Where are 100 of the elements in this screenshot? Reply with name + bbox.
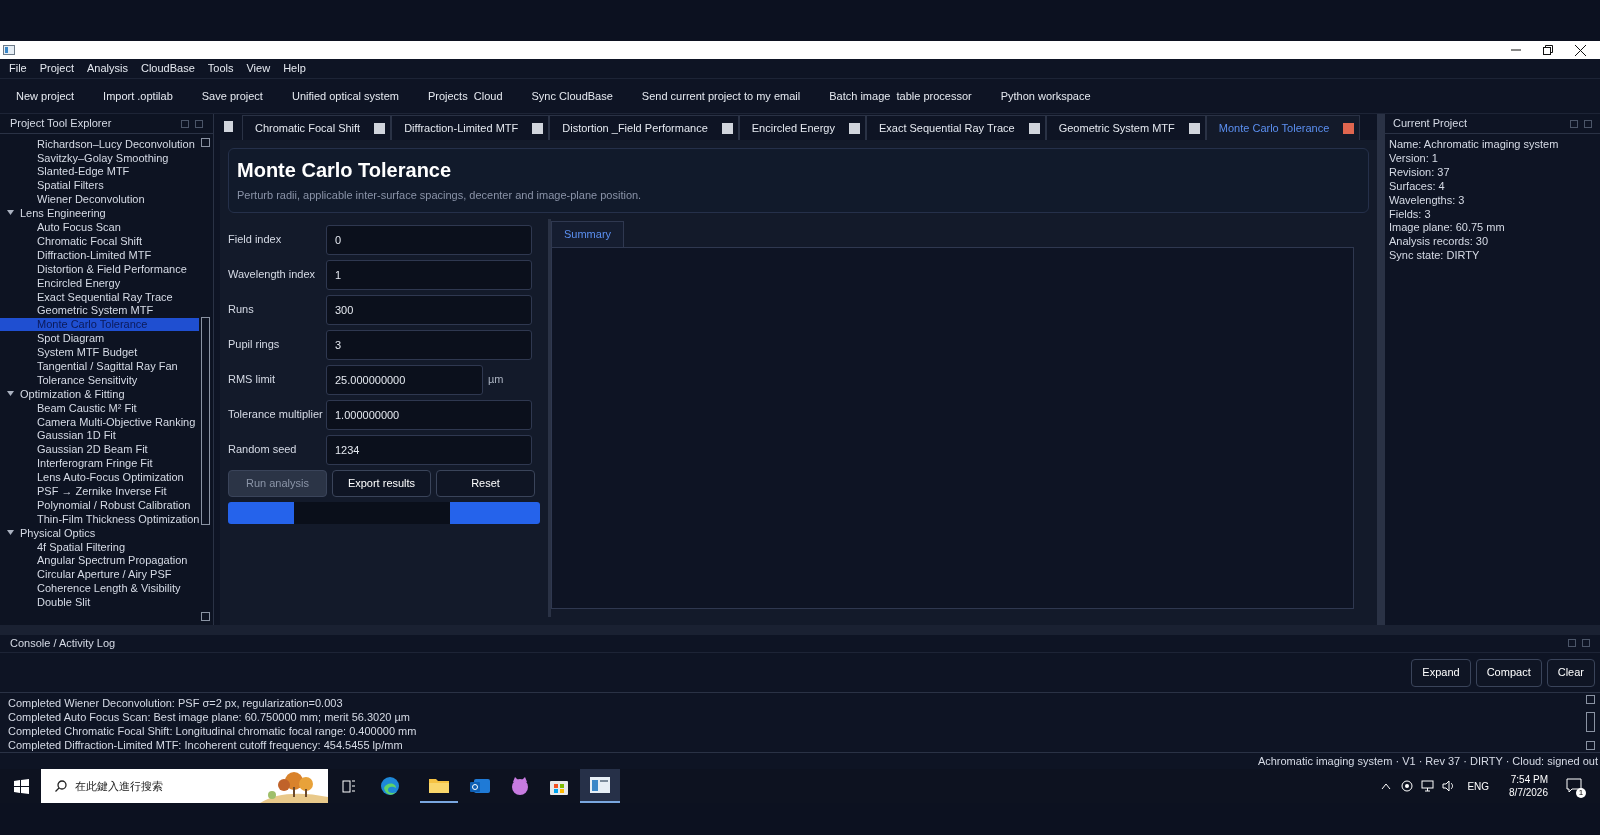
spinbox-field[interactable]: 1 — [326, 259, 532, 290]
restore-icon[interactable] — [1543, 45, 1553, 55]
toolbar-button[interactable]: Import .optilab — [94, 83, 182, 109]
network-icon[interactable] — [1421, 780, 1435, 792]
tree-item[interactable]: Thin-Film Thickness Optimization — [0, 512, 199, 526]
tree-item[interactable]: Wiener Deconvolution — [0, 192, 199, 207]
tree-item[interactable]: Auto Focus Scan — [0, 220, 199, 235]
scrollbar[interactable] — [199, 138, 211, 621]
cat-icon[interactable] — [510, 776, 530, 796]
tree-group[interactable]: Lens Engineering — [0, 206, 199, 221]
spinbox-field[interactable]: 300 — [326, 294, 532, 325]
tree-item[interactable]: Exact Sequential Ray Trace — [0, 289, 199, 304]
toolbar-button[interactable]: Sync CloudBase — [522, 83, 622, 109]
tree-item[interactable]: PSF → Zernike Inverse Fit — [0, 484, 199, 499]
spinbox-field[interactable]: 25.000000000 — [326, 364, 483, 395]
search-field[interactable]: 在此鍵入進行搜索 — [75, 777, 245, 795]
tree-item[interactable]: Spot Diagram — [0, 331, 199, 346]
action-button[interactable]: Export results — [332, 469, 431, 497]
close-icon[interactable] — [1575, 44, 1586, 56]
tree-item[interactable]: Coherence Length & Visibility — [0, 581, 199, 596]
scrollbar-thumb[interactable] — [200, 317, 210, 525]
clock-date[interactable]: 8/7/2026 — [1509, 786, 1548, 799]
tree-item[interactable]: Camera Multi-Objective Ranking — [0, 414, 199, 429]
tree-item[interactable]: Chromatic Focal Shift — [0, 234, 199, 249]
menu-item[interactable]: View — [246, 60, 271, 77]
scrollbar[interactable] — [1584, 694, 1596, 750]
tab[interactable]: Diffraction-Limited MTF — [391, 115, 550, 140]
tab[interactable]: Encircled Energy — [738, 115, 866, 140]
action-button[interactable]: Reset — [436, 469, 535, 497]
mail-icon[interactable] — [470, 777, 490, 795]
tab[interactable]: Summary — [551, 220, 625, 247]
toolbar-button[interactable]: Projects Cloud — [418, 83, 512, 109]
tree-item[interactable]: Gaussian 2D Beam Fit — [0, 442, 199, 457]
tab[interactable]: Monte Carlo Tolerance — [1205, 115, 1361, 140]
browser-icon[interactable] — [380, 776, 400, 796]
tree-item[interactable]: Beam Caustic M² Fit — [0, 400, 199, 415]
tab[interactable]: Chromatic Focal Shift — [242, 115, 392, 140]
toolbar-button[interactable]: Python workspace — [991, 83, 1100, 109]
scroll-up-icon[interactable] — [1585, 694, 1595, 704]
folder-icon[interactable] — [429, 777, 449, 793]
spinbox-field[interactable]: 1234 — [326, 434, 532, 465]
tree-item[interactable]: Angular Spectrum Propagation — [0, 553, 199, 568]
tree-item[interactable]: System MTF Budget — [0, 345, 199, 360]
menu-item[interactable]: Tools — [207, 60, 234, 77]
close-icon[interactable] — [374, 122, 386, 134]
console-button[interactable]: Expand — [1411, 658, 1471, 687]
float-icon[interactable] — [181, 119, 189, 128]
tree-group[interactable]: Optimization & Fitting — [0, 387, 199, 401]
tree-item[interactable]: Distortion & Field Performance — [0, 262, 199, 276]
language-indicator[interactable]: ENG — [1467, 778, 1490, 794]
close-icon[interactable] — [721, 122, 733, 134]
close-icon[interactable] — [1188, 122, 1200, 134]
console-button[interactable]: Clear — [1546, 658, 1595, 687]
tree-item[interactable]: Richardson–Lucy Deconvolution — [0, 137, 199, 151]
tab[interactable]: Geometric System MTF — [1045, 115, 1206, 140]
tree-item[interactable]: Gaussian 1D Fit — [0, 428, 199, 443]
clock-time[interactable]: 7:54 PM — [1510, 773, 1548, 786]
expanded-caret-icon[interactable] — [7, 529, 14, 536]
menu-item[interactable]: Analysis — [87, 60, 128, 77]
tree-group[interactable]: Physical Optics — [0, 525, 199, 540]
task-view-icon[interactable] — [342, 779, 356, 793]
menu-item[interactable]: Project — [39, 60, 74, 77]
close-icon[interactable] — [848, 122, 860, 134]
tree-item[interactable]: Slanted-Edge MTF — [0, 164, 199, 179]
camera-icon[interactable] — [1401, 780, 1414, 792]
scroll-up-icon[interactable] — [200, 138, 210, 147]
close-icon[interactable] — [1028, 122, 1040, 134]
tree-item[interactable]: Circular Aperture / Airy PSF — [0, 567, 199, 582]
console-button[interactable]: Compact — [1475, 658, 1542, 687]
chevron-up-icon[interactable] — [1381, 782, 1392, 790]
tree-item[interactable]: Polynomial / Robust Calibration — [0, 498, 199, 513]
tab[interactable]: Exact Sequential Ray Trace — [865, 115, 1046, 140]
toolbar-button[interactable]: Save project — [192, 83, 272, 109]
scroll-down-icon[interactable] — [200, 612, 210, 621]
tree-item[interactable]: Diffraction-Limited MTF — [0, 248, 199, 262]
tab[interactable]: Distortion _Field Performance — [549, 115, 739, 140]
close-icon[interactable] — [532, 122, 544, 134]
tree-item[interactable]: Encircled Energy — [0, 275, 199, 290]
tree-item[interactable]: Lens Auto-Focus Optimization — [0, 470, 199, 485]
spinbox-field[interactable]: 1.000000000 — [326, 399, 532, 430]
scrollbar-thumb[interactable] — [1585, 712, 1595, 732]
tree-item[interactable]: 4f Spatial Filtering — [0, 539, 199, 554]
spinbox-field[interactable]: 3 — [326, 329, 532, 360]
menu-item[interactable]: Help — [283, 60, 306, 77]
toolbar-button[interactable]: New project — [7, 83, 84, 109]
tree-item[interactable]: Geometric System MTF — [0, 303, 199, 318]
speaker-icon[interactable] — [1442, 780, 1456, 792]
float-icon[interactable] — [1570, 119, 1578, 128]
menu-item[interactable]: File — [9, 60, 27, 77]
tree-item[interactable]: Tangential / Sagittal Ray Fan — [0, 359, 199, 374]
toolbar-button[interactable]: Send current project to my email — [632, 83, 810, 109]
toolbar-button[interactable]: Batch image table processor — [820, 83, 981, 109]
menu-item[interactable]: CloudBase — [140, 60, 195, 77]
tree-item[interactable]: Double Slit — [0, 595, 199, 610]
tree-item[interactable]: Spatial Filters — [0, 178, 199, 193]
expanded-caret-icon[interactable] — [7, 390, 14, 397]
start-icon[interactable] — [14, 778, 29, 794]
float-icon[interactable] — [1568, 639, 1576, 648]
toolbar-button[interactable]: Unified optical system — [282, 83, 408, 109]
tree-item[interactable]: Savitzky–Golay Smoothing — [0, 150, 199, 165]
